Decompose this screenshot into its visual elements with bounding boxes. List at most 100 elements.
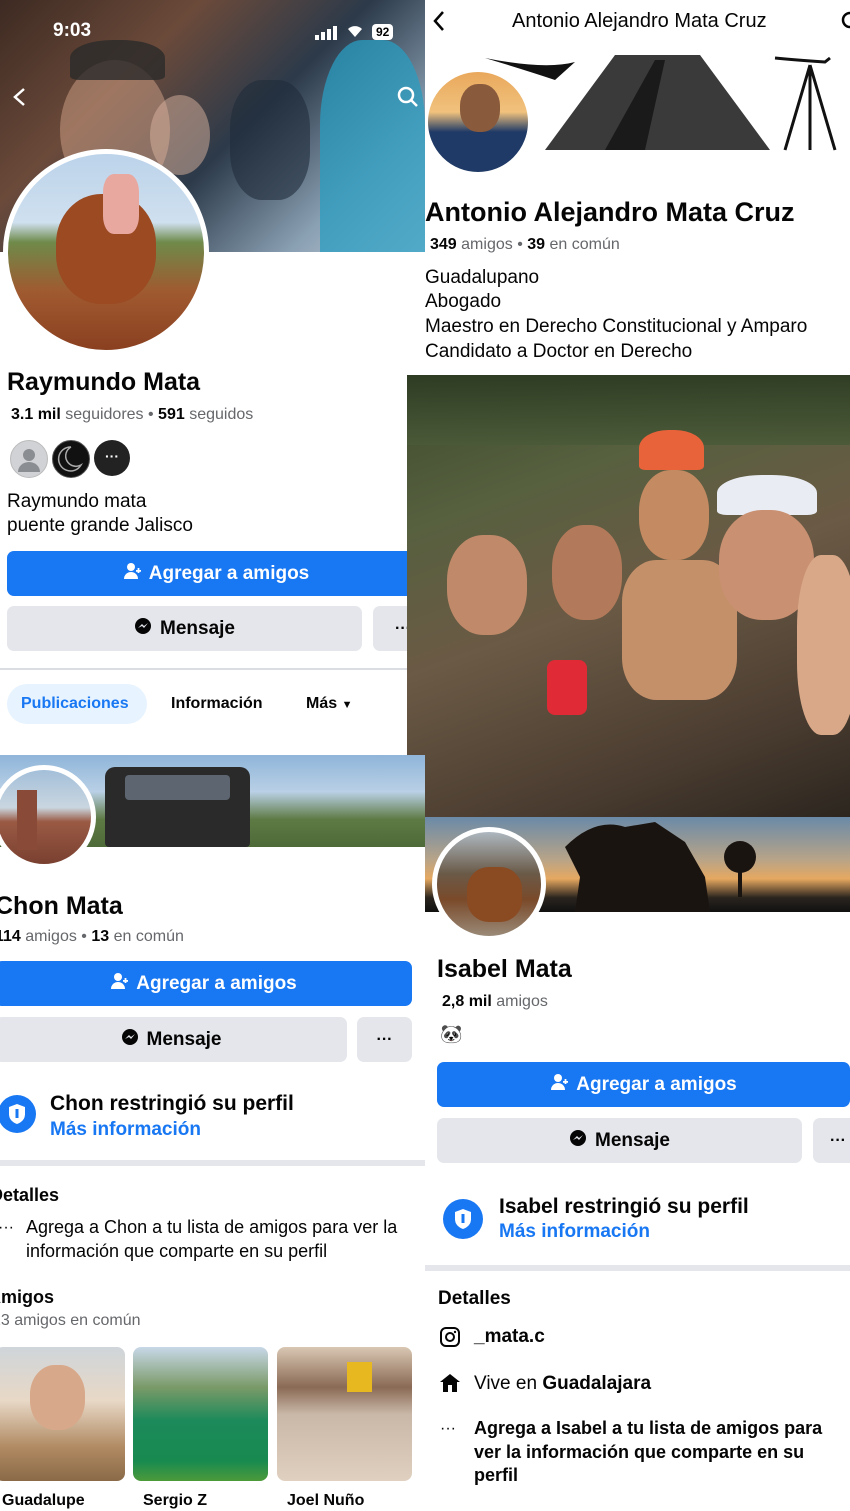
friends-count: 2,8 mil (442, 993, 492, 1010)
friends-label: amigos (461, 236, 513, 253)
status-time: 9:03 (53, 20, 92, 41)
wifi-icon (345, 22, 365, 43)
isabel-stats: 2,8 mil amigos (442, 993, 548, 1011)
caret-down-icon: ▼ (341, 699, 353, 711)
mutual-count: 39 (527, 236, 546, 253)
panda-emoji: 🐼 (440, 1024, 463, 1044)
instagram-icon (439, 1326, 461, 1353)
battery-indicator: 92 (372, 24, 394, 40)
raymundo-divider (0, 668, 425, 670)
chon-details-text: Agrega a Chon a tu lista de amigos para … (26, 1217, 398, 1261)
raymundo-add-friend-button[interactable]: Agregar a amigos (7, 551, 425, 596)
back-icon[interactable] (431, 9, 447, 38)
tab-mas[interactable]: Más ▼ (306, 695, 352, 713)
tab-publicaciones-label: Publicaciones (21, 695, 129, 712)
isabel-message-button[interactable]: Mensaje (437, 1118, 802, 1163)
isabel-details-title: Detalles (438, 1288, 511, 1309)
chon-avatar[interactable] (0, 765, 96, 869)
isabel-details-text: Agrega a Isabel a tu lista de amigos par… (474, 1418, 823, 1485)
antonio-bio-line1: Guadalupano (425, 267, 540, 288)
antonio-profile-panel: Antonio Alejandro Mata Cruz Antonio Alej… (425, 0, 850, 375)
shield-icon (0, 1095, 36, 1133)
search-icon[interactable] (397, 86, 419, 113)
raymundo-profile-panel: 9:03 92 Raymundo Mata 3.1 mil seguidores… (0, 0, 425, 755)
mutual-count: 13 (91, 928, 110, 945)
isabel-divider (425, 1265, 850, 1271)
isabel-restricted-title: Isabel restringió su perfil (499, 1195, 749, 1218)
chon-restricted-title: Chon restringió su perfil (50, 1092, 294, 1115)
raymundo-name: Raymundo Mata (7, 368, 201, 396)
friends-count: 114 (0, 928, 21, 945)
followers-label: seguidores (65, 406, 144, 423)
signal-icon (315, 24, 339, 45)
add-friend-icon (123, 562, 141, 586)
isabel-more-info-link[interactable]: Más información (499, 1221, 650, 1243)
raymundo-message-button[interactable]: Mensaje (7, 606, 362, 651)
add-friend-label: Agregar a amigos (148, 562, 310, 584)
group-selfie-photo[interactable] (407, 375, 850, 817)
raymundo-stats: 3.1 mil seguidores • 591 seguidos (11, 406, 254, 423)
add-friend-icon (550, 1073, 569, 1097)
tab-informacion[interactable]: Información (171, 695, 263, 713)
raymundo-bio-line2: puente grande Jalisco (7, 515, 193, 536)
lives-city[interactable]: Guadalajara (542, 1373, 651, 1394)
antonio-name: Antonio Alejandro Mata Cruz (425, 197, 795, 227)
antonio-avatar[interactable] (425, 67, 533, 177)
message-label: Mensaje (595, 1129, 670, 1151)
chon-divider (0, 1160, 425, 1166)
antonio-header-title: Antonio Alejandro Mata Cruz (512, 10, 767, 32)
following-count: 591 (158, 406, 185, 423)
isabel-add-friend-button[interactable]: Agregar a amigos (437, 1062, 850, 1107)
isabel-more-button[interactable]: ··· (813, 1118, 850, 1163)
friend-photo-sergio[interactable] (133, 1347, 268, 1481)
friend-photo-guadalupe[interactable] (0, 1347, 125, 1481)
mutual-label: en común (113, 928, 184, 945)
search-icon[interactable] (840, 10, 850, 37)
isabel-avatar[interactable] (432, 827, 546, 941)
more-friends-icon[interactable]: ··· (94, 440, 130, 476)
chon-add-friend-button[interactable]: Agregar a amigos (0, 961, 412, 1006)
chon-message-button[interactable]: Mensaje (0, 1017, 347, 1062)
mutual-label: en común (549, 236, 620, 253)
shield-icon (443, 1199, 483, 1239)
more-dots-icon: ··· (440, 1420, 456, 1437)
antonio-bio-line2: Abogado (425, 291, 502, 312)
message-label: Mensaje (160, 617, 235, 639)
friend-name-sergio[interactable]: Sergio Z (143, 1492, 207, 1510)
messenger-icon (121, 1028, 139, 1052)
chon-more-info-link[interactable]: Más información (50, 1119, 201, 1141)
isabel-instagram-handle[interactable]: _mata.c (474, 1326, 545, 1348)
home-icon (439, 1372, 461, 1399)
friend-name-guadalupe[interactable]: Guadalupe (2, 1492, 85, 1510)
message-label: Mensaje (146, 1028, 222, 1050)
avatar-dark (52, 440, 90, 478)
isabel-name: Isabel Mata (437, 955, 572, 983)
chon-friends-mutual: 13 amigos en común (0, 1312, 141, 1329)
antonio-bio-line4: Candidato a Doctor en Derecho (425, 341, 693, 362)
friends-label: amigos (25, 928, 77, 945)
following-label: seguidos (189, 406, 254, 423)
followers-count: 3.1 mil (11, 406, 61, 423)
back-icon[interactable] (10, 86, 30, 113)
chon-profile-panel: Chon Mata 114 amigos • 13 en común Agreg… (0, 755, 425, 1511)
messenger-icon (134, 617, 152, 641)
raymundo-avatar[interactable] (3, 149, 209, 355)
isabel-profile-panel: Isabel Mata 2,8 mil amigos 🐼 Agregar a a… (425, 817, 850, 1511)
messenger-icon (569, 1129, 587, 1153)
antonio-bio-line3: Maestro en Derecho Constitucional y Ampa… (425, 316, 808, 337)
friend-photo-joel[interactable] (277, 1347, 412, 1481)
add-friend-label: Agregar a amigos (136, 972, 297, 994)
chon-name: Chon Mata (0, 892, 123, 920)
chon-friends-title: Amigos (0, 1287, 55, 1307)
friends-label: amigos (496, 993, 548, 1010)
chon-details-title: Detalles (0, 1185, 60, 1205)
chon-more-button[interactable]: ··· (357, 1017, 412, 1062)
lives-prefix: Vive en (474, 1373, 538, 1394)
friend-name-joel[interactable]: Joel Nuño (287, 1492, 364, 1510)
add-friend-icon (110, 972, 129, 996)
isabel-lives-in: Vive en Guadalajara (474, 1373, 651, 1395)
raymundo-bio-line1: Raymundo mata (7, 491, 147, 512)
mutual-avatars[interactable]: ··· (10, 440, 132, 478)
tab-mas-label: Más (306, 695, 338, 712)
avatar-placeholder-icon (10, 440, 48, 478)
